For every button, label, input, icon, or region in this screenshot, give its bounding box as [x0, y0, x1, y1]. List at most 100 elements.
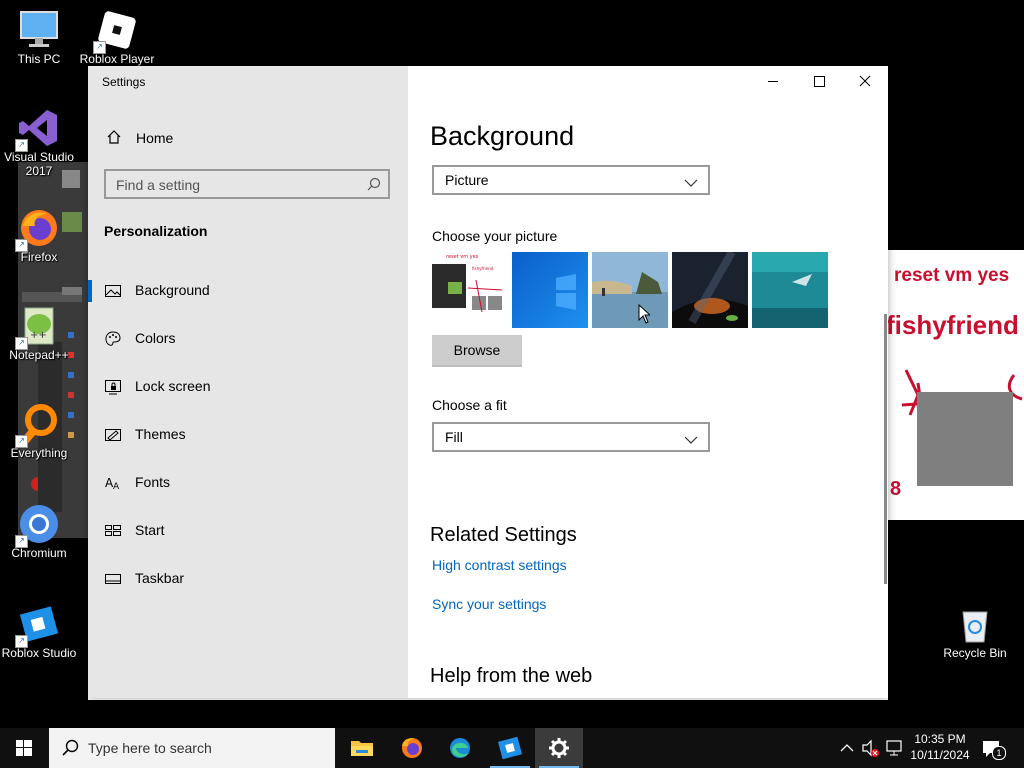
desktop-icon-visual-studio[interactable]: ↗ Visual Studio 2017 — [0, 106, 78, 178]
picture-icon — [104, 282, 122, 300]
notification-count: 1 — [992, 746, 1006, 760]
taskbar-search-box[interactable]: Type here to search — [49, 728, 335, 768]
edge-icon — [450, 738, 470, 758]
background-type-dropdown[interactable]: Picture — [432, 165, 710, 195]
chevron-down-icon — [684, 175, 698, 193]
start-button[interactable] — [0, 728, 48, 768]
desktop-icon-label: Roblox Player — [79, 52, 155, 66]
shortcut-arrow-icon: ↗ — [15, 239, 28, 252]
picture-thumbnail-5[interactable] — [752, 252, 828, 328]
nav-item-lock-screen[interactable]: Lock screen — [88, 366, 408, 406]
show-hidden-icons-button[interactable] — [838, 728, 856, 768]
nav-item-label: Taskbar — [135, 570, 185, 586]
nav-item-fonts[interactable]: AA Fonts — [88, 462, 408, 502]
nav-item-start[interactable]: Start — [88, 510, 408, 550]
taskbar-clock[interactable]: 10:35 PM 10/11/2024 — [906, 731, 974, 763]
picture-thumbnail-2[interactable] — [512, 252, 588, 328]
desktop-icon-label: Recycle Bin — [943, 646, 1007, 660]
nav-home[interactable]: Home — [88, 126, 408, 150]
shortcut-arrow-icon: ↗ — [93, 41, 106, 54]
nav-item-themes[interactable]: Themes — [88, 414, 408, 454]
file-explorer-icon — [351, 741, 373, 756]
search-icon — [367, 177, 381, 196]
clock-time: 10:35 PM — [914, 732, 966, 746]
nav-item-background[interactable]: Background — [88, 270, 408, 310]
wallpaper-text-1: reset vm yes — [894, 265, 1010, 286]
desktop-bottom-band — [0, 700, 1024, 728]
taskbar: Type here to search 10:35 PM 10/11/2024 … — [0, 728, 1024, 768]
scrollbar[interactable] — [884, 314, 887, 584]
picture-thumbnail-4[interactable] — [672, 252, 748, 328]
desktop-icon-notepad-plus-plus[interactable]: ++ ↗ Notepad++ — [0, 304, 78, 362]
nav-item-colors[interactable]: Colors — [88, 318, 408, 358]
nav-item-label: Colors — [135, 330, 176, 346]
roblox-studio-icon: ↗ — [15, 602, 61, 648]
nav-item-label: Themes — [135, 426, 186, 442]
wallpaper-artwork: reset vm yes fishyfriend 8 — [888, 250, 1024, 520]
picture-thumbnail-1[interactable]: reset vm yes fishyfriend — [432, 252, 508, 328]
firefox-icon: ↗ — [15, 206, 61, 252]
nav-item-label: Background — [135, 282, 210, 298]
close-icon — [859, 75, 871, 87]
dropdown-value: Fill — [445, 429, 463, 445]
taskbar-search-placeholder: Type here to search — [88, 740, 212, 756]
dropdown-value: Picture — [445, 172, 489, 188]
browse-button[interactable]: Browse — [432, 335, 522, 367]
shortcut-arrow-icon: ↗ — [15, 139, 28, 152]
home-icon — [106, 129, 122, 150]
taskbar-settings[interactable] — [535, 728, 583, 768]
taskbar-edge[interactable] — [436, 728, 484, 768]
close-button[interactable] — [842, 66, 888, 96]
desktop-icon-chromium[interactable]: ↗ Chromium — [0, 502, 78, 560]
settings-window: Settings Home Personalization Background — [88, 66, 888, 698]
visual-studio-icon: ↗ — [15, 106, 61, 152]
desktop-icon-label: Notepad++ — [9, 348, 69, 362]
minimize-icon — [768, 81, 778, 82]
minimize-button[interactable] — [750, 66, 796, 96]
monitor-icon — [17, 8, 61, 52]
maximize-button[interactable] — [796, 66, 842, 96]
desktop-icon-firefox[interactable]: ↗ Firefox — [0, 206, 78, 264]
high-contrast-settings-link[interactable]: High contrast settings — [432, 557, 567, 573]
choose-fit-dropdown[interactable]: Fill — [432, 422, 710, 452]
settings-nav-pane: Settings Home Personalization Background — [88, 66, 408, 698]
desktop-icon-recycle-bin[interactable]: Recycle Bin — [936, 602, 1014, 660]
taskbar-firefox[interactable] — [388, 728, 436, 768]
desktop-icon-roblox-studio[interactable]: ↗ Roblox Studio — [0, 602, 78, 660]
find-setting-input[interactable] — [114, 175, 363, 195]
find-setting-search[interactable] — [104, 169, 390, 199]
chromium-icon: ↗ — [15, 502, 61, 548]
picture-thumbnail-3[interactable] — [592, 252, 668, 328]
network-icon — [886, 740, 902, 756]
page-title: Background — [430, 121, 575, 151]
roblox-studio-icon — [498, 736, 522, 760]
taskbar-file-explorer[interactable] — [338, 728, 386, 768]
everything-search-icon: ↗ — [15, 402, 61, 448]
clock-date: 10/11/2024 — [910, 748, 970, 762]
taskbar-icon — [104, 570, 122, 588]
svg-text:A: A — [113, 482, 120, 492]
svg-text:++: ++ — [30, 330, 47, 341]
volume-button[interactable] — [860, 728, 882, 768]
window-title: Settings — [102, 75, 146, 89]
action-center-button[interactable]: 1 — [980, 737, 1006, 766]
desktop-icon-label: This PC — [17, 52, 61, 66]
desktop-icon-this-pc[interactable]: This PC — [0, 8, 78, 66]
taskbar-roblox-studio[interactable] — [486, 728, 534, 768]
desktop-icon-everything[interactable]: ↗ Everything — [0, 402, 78, 460]
palette-icon — [104, 330, 122, 348]
related-settings-header: Related Settings — [430, 524, 577, 546]
volume-muted-icon — [862, 739, 879, 757]
choose-picture-label: Choose your picture — [432, 228, 558, 244]
fonts-icon: AA — [104, 474, 122, 492]
notepad-plus-plus-icon: ++ ↗ — [15, 304, 61, 350]
desktop-icon-roblox-player[interactable]: ↗ Roblox Player — [78, 8, 156, 66]
themes-icon — [104, 426, 122, 444]
nav-item-taskbar[interactable]: Taskbar — [88, 558, 408, 598]
sync-settings-link[interactable]: Sync your settings — [432, 596, 546, 612]
chevron-down-icon — [684, 432, 698, 450]
recycle-bin-icon — [953, 602, 997, 646]
shortcut-arrow-icon: ↗ — [15, 435, 28, 448]
network-button[interactable] — [884, 728, 904, 768]
nav-item-label: Fonts — [135, 474, 171, 490]
